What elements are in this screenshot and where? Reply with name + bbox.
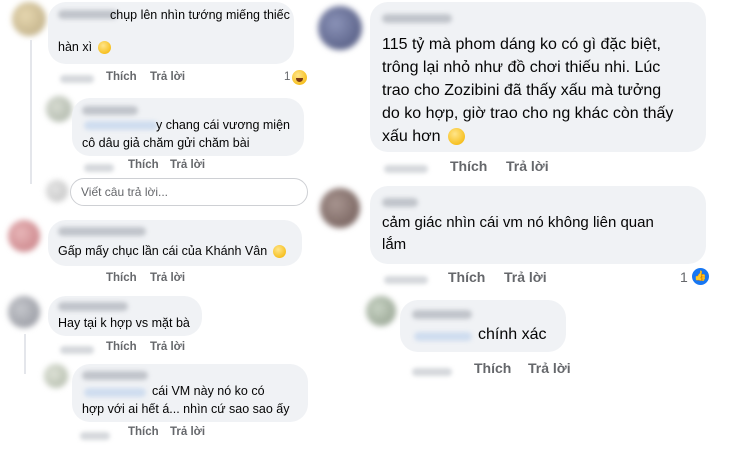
comment-text: do ko hợp, giờ trao cho ng khác còn thấy (382, 105, 674, 122)
mentioned-name[interactable] (84, 121, 158, 130)
timestamp[interactable] (80, 432, 110, 440)
like-reaction-icon[interactable]: 👍 (692, 268, 709, 285)
reply-button[interactable]: Trả lời (150, 341, 185, 353)
avatar[interactable] (320, 188, 360, 228)
comment-bubble: chụp lên nhìn tướng miếng thiếc hàn xì (48, 2, 294, 64)
smile-emoji-icon (447, 128, 465, 146)
avatar[interactable] (44, 364, 68, 388)
comment-text: cảm giác nhìn cái vm nó không liên quan (382, 214, 654, 231)
reply-text: hợp với ai hết á... nhìn cứ sao sao ấy (82, 402, 290, 416)
avatar[interactable] (12, 2, 46, 36)
reply-bubble: y chang cái vương miện cô dâu giả chăm g… (72, 98, 304, 156)
comment-bubble: cảm giác nhìn cái vm nó không liên quan … (370, 186, 706, 264)
author-name[interactable] (82, 371, 148, 380)
reaction-count[interactable]: 1 (680, 269, 688, 285)
comment-text: Gấp mấy chục lần cái của Khánh Vân (58, 244, 286, 259)
like-button[interactable]: Thích (106, 341, 137, 353)
like-button[interactable]: Thích (128, 426, 159, 438)
avatar[interactable] (46, 96, 72, 122)
comment-text: trao cho Zozibini đã thấy xấu mà tưởng (382, 82, 662, 99)
reply-text: chính xác (478, 326, 547, 343)
avatar[interactable] (366, 296, 396, 326)
haha-reaction-icon[interactable] (292, 70, 307, 85)
thread-line (24, 334, 26, 374)
author-name[interactable] (382, 14, 452, 23)
author-name[interactable] (58, 10, 118, 19)
mentioned-name[interactable] (414, 332, 472, 341)
like-button[interactable]: Thích (128, 159, 159, 171)
reply-button[interactable]: Trả lời (170, 159, 205, 171)
author-name[interactable] (382, 198, 418, 207)
author-name[interactable] (412, 310, 472, 319)
reply-button[interactable]: Trả lời (506, 158, 549, 174)
like-button[interactable]: Thích (474, 360, 511, 376)
comment-text-line: hàn xì (58, 40, 93, 54)
comment-text: chụp lên nhìn tướng miếng thiếc (110, 8, 290, 22)
reply-input[interactable]: Viết câu trả lời... (70, 178, 308, 206)
author-name[interactable] (58, 302, 128, 311)
timestamp[interactable] (384, 276, 428, 284)
timestamp[interactable] (60, 346, 94, 354)
smile-emoji-icon (97, 41, 111, 55)
timestamp[interactable] (384, 165, 428, 173)
comment-text: xấu hơn (382, 128, 465, 146)
comment-text: trông lại nhỏ như đồ chơi thiếu nhi. Lúc (382, 59, 661, 76)
like-button[interactable]: Thích (448, 269, 485, 285)
reply-button[interactable]: Trả lời (150, 71, 185, 83)
thread-line (30, 40, 32, 184)
comment-text: lắm (382, 236, 407, 253)
comment-bubble: 115 tỷ mà phom dáng ko có gì đặc biệt, t… (370, 2, 706, 152)
comment-bubble: Gấp mấy chục lần cái của Khánh Vân (48, 220, 302, 266)
like-button[interactable]: Thích (450, 158, 487, 174)
timestamp[interactable] (412, 368, 452, 376)
reply-bubble: chính xác (400, 300, 566, 352)
reply-button[interactable]: Trả lời (170, 426, 205, 438)
comment-bubble: Hay tại k hợp vs mặt bà (48, 296, 202, 336)
like-button[interactable]: Thích (106, 272, 137, 284)
comment-text-line: xấu hơn (382, 128, 441, 145)
reply-button[interactable]: Trả lời (504, 269, 547, 285)
reaction-count[interactable]: 1 (284, 71, 290, 83)
reply-input-placeholder: Viết câu trả lời... (81, 185, 169, 199)
comment-text: 115 tỷ mà phom dáng ko có gì đặc biệt, (382, 36, 661, 53)
author-name[interactable] (58, 227, 146, 236)
like-button[interactable]: Thích (106, 71, 137, 83)
current-user-avatar[interactable] (46, 180, 68, 202)
reply-text: cô dâu giả chăm gửi chăm bài (82, 136, 250, 150)
reply-button[interactable]: Trả lời (528, 360, 571, 376)
comment-text-line: Gấp mấy chục lần cái của Khánh Vân (58, 244, 268, 258)
comment-text: Hay tại k hợp vs mặt bà (58, 316, 190, 330)
reply-bubble: cái VM này nó ko có hợp với ai hết á... … (72, 364, 308, 422)
smile-emoji-icon (272, 245, 286, 259)
avatar[interactable] (8, 220, 40, 252)
avatar[interactable] (318, 6, 362, 50)
avatar[interactable] (8, 296, 40, 328)
mentioned-name[interactable] (84, 388, 146, 397)
author-name[interactable] (82, 106, 138, 115)
timestamp[interactable] (84, 164, 114, 172)
comment-text: hàn xì (58, 40, 111, 55)
reply-text: cái VM này nó ko có (152, 384, 265, 398)
timestamp[interactable] (60, 75, 94, 83)
reply-button[interactable]: Trả lời (150, 272, 185, 284)
reply-text: y chang cái vương miện (156, 118, 290, 132)
